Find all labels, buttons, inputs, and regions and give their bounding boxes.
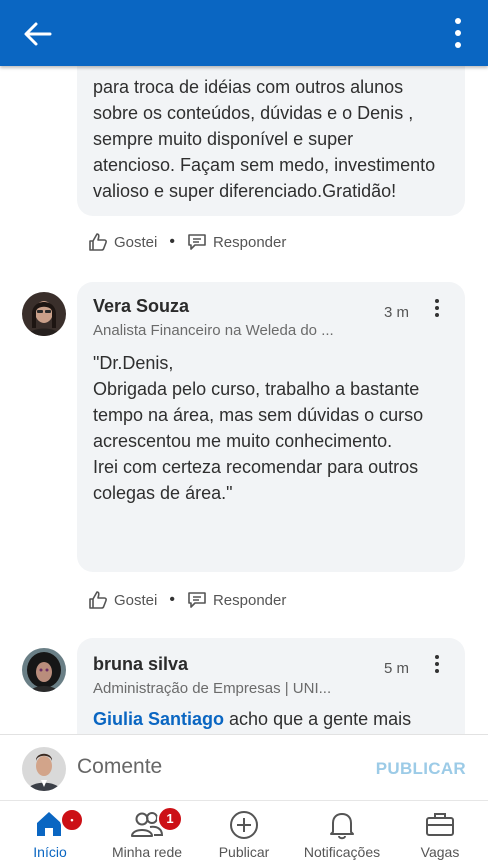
comment-actions: Gostei • Responder [88,588,286,612]
reply-icon [188,592,206,608]
tab-label: Notificações [303,844,381,860]
like-button[interactable]: Gostei [88,590,157,610]
mention-link[interactable]: Giulia Santiago [93,709,224,729]
reply-button[interactable]: Responder [187,233,286,251]
like-label: Gostei [114,591,158,609]
comments-feed[interactable]: para troca de idéias com outros alunos s… [0,66,488,734]
avatar[interactable] [22,292,66,336]
tab-label: Publicar [218,844,270,860]
reply-icon [188,234,206,250]
tab-network[interactable]: 1 Minha rede [100,801,194,866]
separator-dot: • [169,233,175,250]
author-name[interactable]: Vera Souza [93,296,189,317]
comment-text: "Dr.Denis, Obrigada pelo curso, trabalho… [93,353,424,503]
reply-button[interactable]: Responder [187,591,286,609]
reply-label: Responder [212,591,287,609]
tab-notifications[interactable]: Notificações [292,801,392,866]
user-avatar [22,747,66,791]
author-headline: Analista Financeiro na Weleda do ... [93,322,334,339]
tab-label: Início [33,844,67,860]
more-options-icon[interactable] [452,16,464,50]
tab-jobs[interactable]: Vagas [398,801,482,866]
comment-more-icon[interactable] [433,654,441,676]
like-button[interactable]: Gostei [88,232,157,252]
comment-bubble: para troca de idéias com outros alunos s… [77,66,465,216]
tab-label: Vagas [420,844,460,860]
comment-bubble: Vera Souza Analista Financeiro na Weleda… [77,282,465,572]
thumbs-up-icon [89,591,107,609]
comment-actions: Gostei • Responder [88,230,286,254]
notification-badge: • [60,808,84,832]
comment-time: 5 m [384,660,410,677]
separator-dot: • [169,591,175,608]
author-name[interactable]: bruna silva [93,654,188,675]
comment-bubble: bruna silva Administração de Empresas | … [77,638,465,734]
comment-composer: Comente PUBLICAR [0,734,488,800]
notification-badge: 1 [157,806,183,832]
like-label: Gostei [114,233,158,251]
tab-post[interactable]: Publicar [202,801,286,866]
comment-text: para troca de idéias com outros alunos s… [93,77,436,201]
bottom-navigation: • Início 1 Minha rede Publicar Notificaç… [0,800,488,866]
reply-label: Responder [212,233,287,251]
comment-text-rest: acho que a gente mais [224,709,412,729]
tab-label: Minha rede [111,844,183,860]
tab-home[interactable]: • Início [6,801,94,866]
publish-button[interactable]: PUBLICAR [376,759,466,779]
author-headline: Administração de Empresas | UNI... [93,680,332,697]
comment-input[interactable]: Comente [77,755,162,779]
comment-more-icon[interactable] [433,298,441,320]
top-app-bar [0,0,488,66]
back-arrow-icon[interactable] [22,18,54,50]
briefcase-icon [426,813,454,836]
thumbs-up-icon [89,233,107,251]
plus-circle-icon [230,811,258,839]
comment-time: 3 m [384,304,410,321]
home-icon [37,812,61,836]
avatar[interactable] [22,648,66,692]
comment-text: Giulia Santiago acho que a gente mais [93,706,459,732]
bell-icon [330,813,354,840]
